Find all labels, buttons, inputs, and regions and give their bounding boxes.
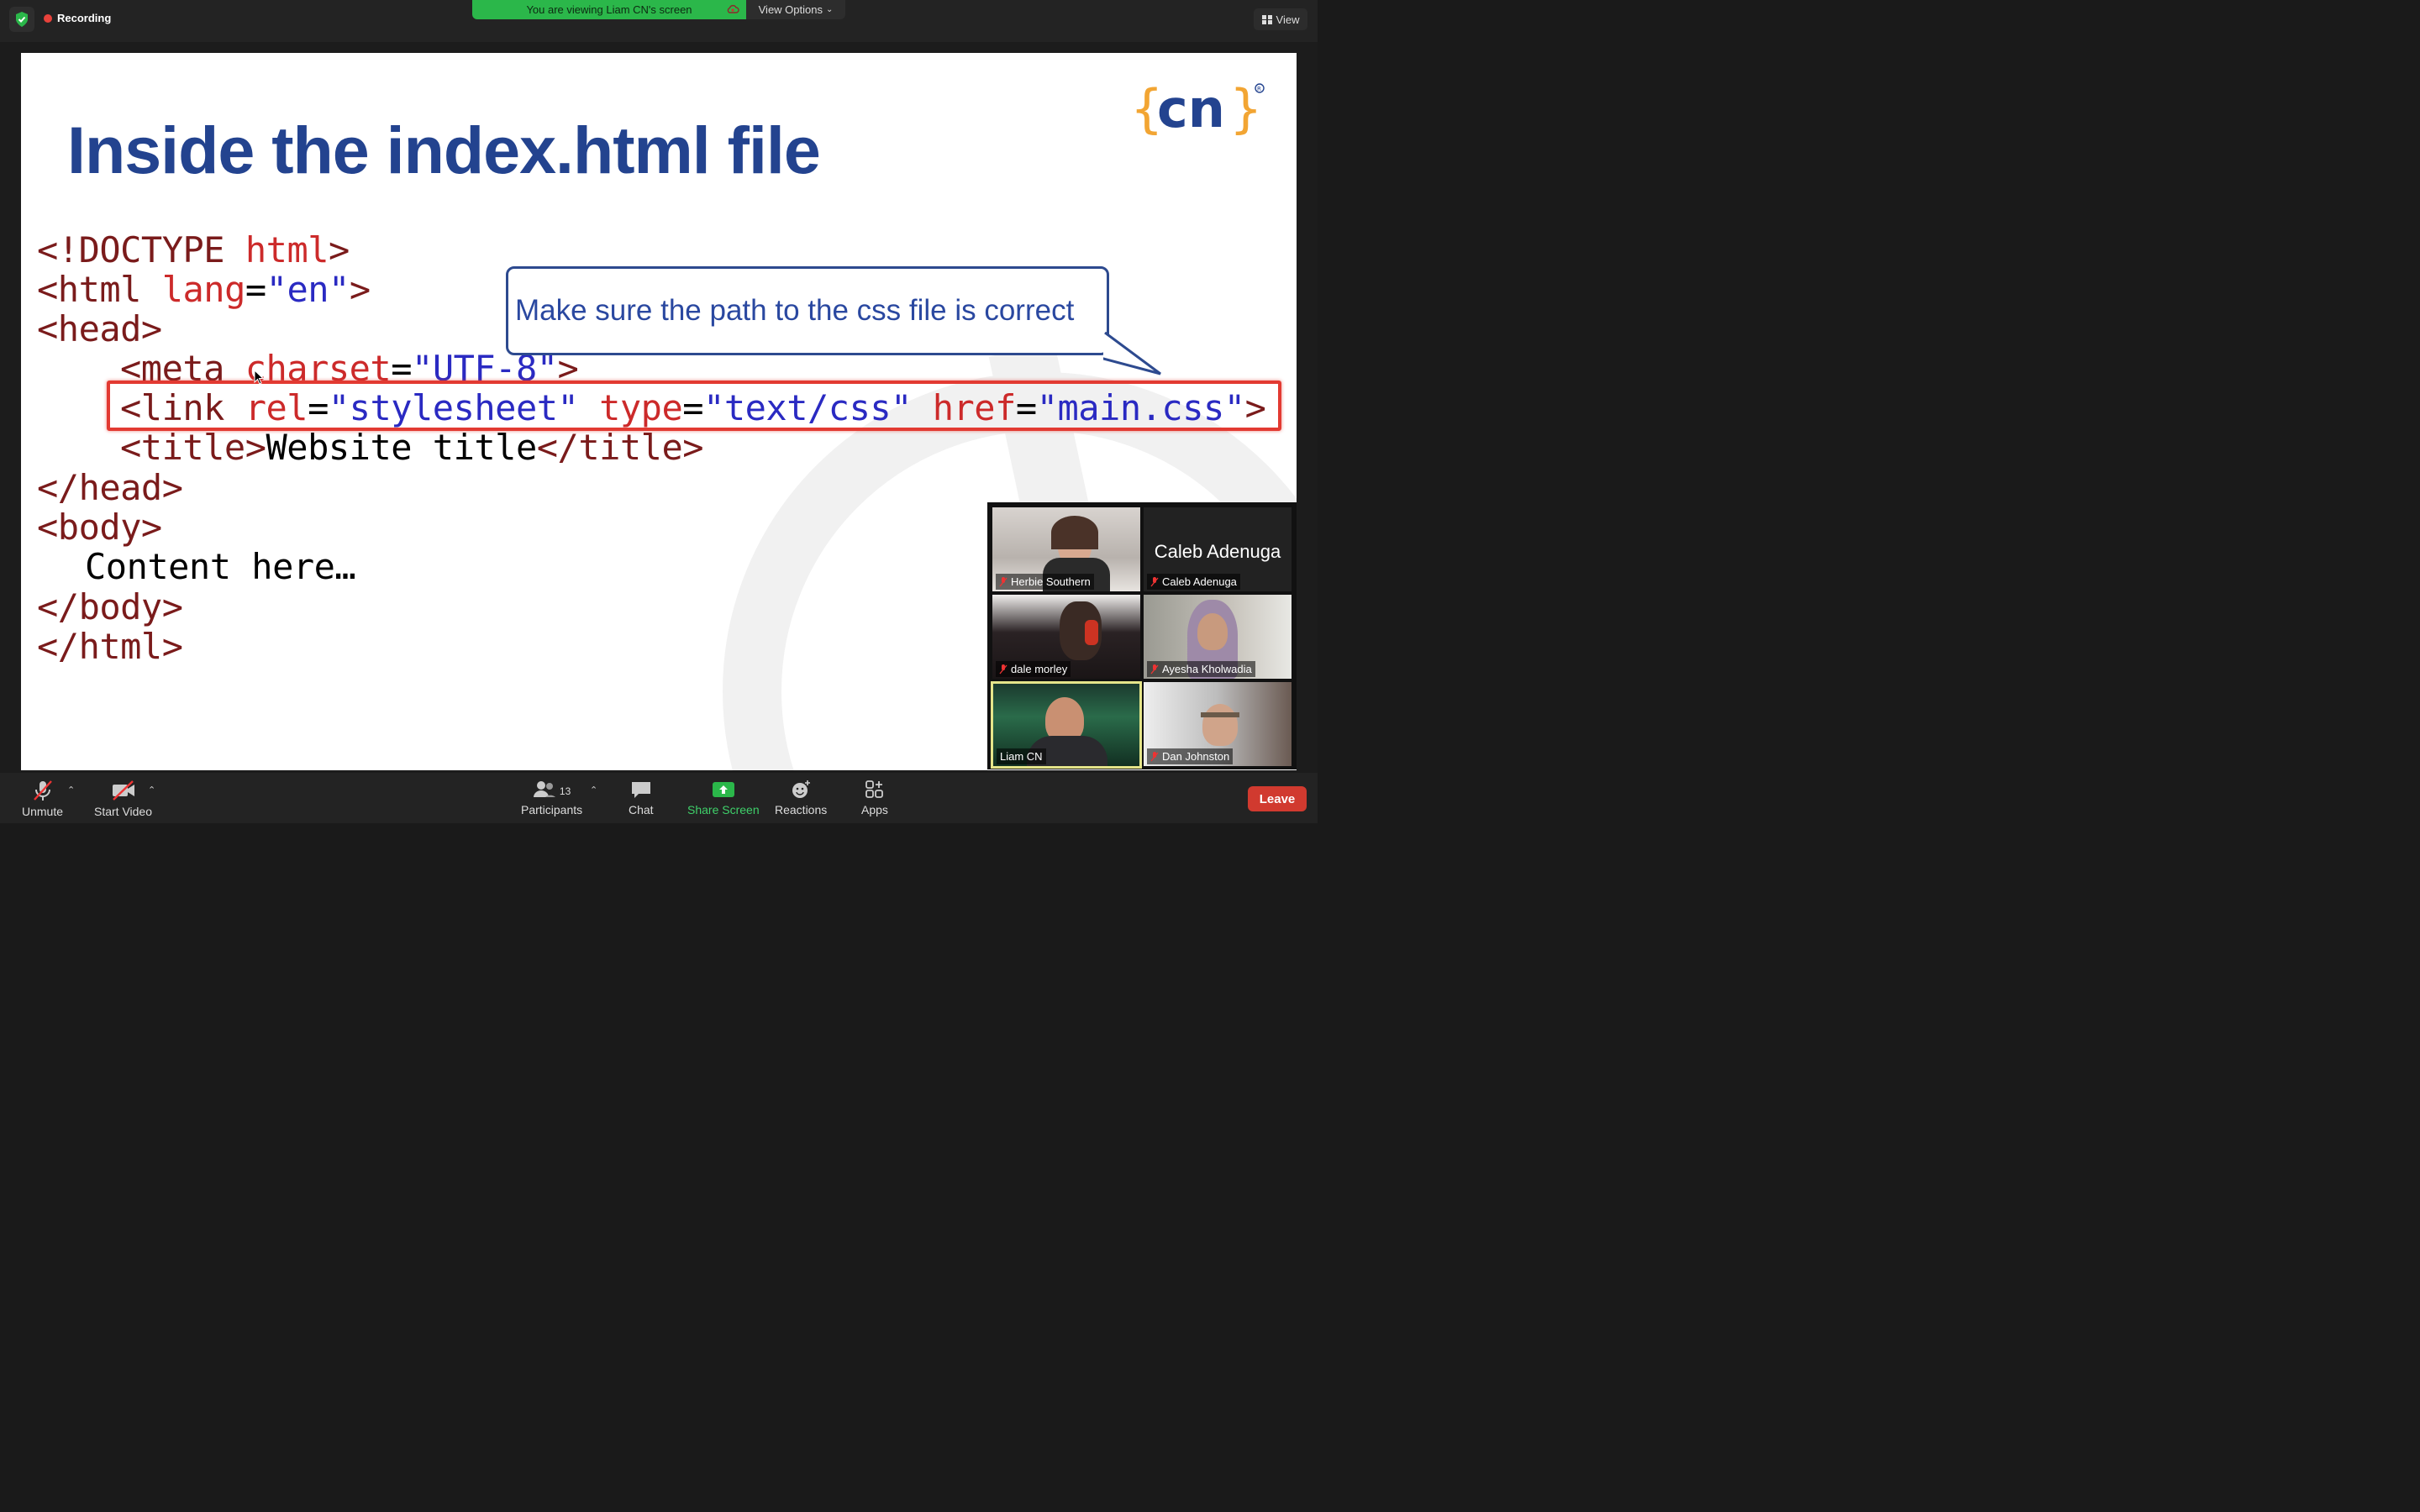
share-screen-icon	[712, 782, 734, 797]
video-camera-off-icon	[112, 780, 134, 801]
video-tile-dale[interactable]: dale morley	[992, 595, 1140, 679]
leave-button[interactable]: Leave	[1248, 786, 1307, 811]
participant-big-name: Caleb Adenuga	[1154, 541, 1281, 562]
video-tile-herbie[interactable]: Herbie Southern	[992, 507, 1140, 591]
view-label: View	[1276, 13, 1300, 26]
mic-muted-icon	[999, 576, 1007, 586]
reactions-button[interactable]: Reactions	[775, 780, 827, 816]
video-tile-caleb[interactable]: Caleb Adenuga Caleb Adenuga	[1144, 507, 1292, 591]
leave-label: Leave	[1259, 791, 1296, 806]
mic-muted-icon	[999, 664, 1007, 674]
participant-name-tag: Herbie Southern	[996, 574, 1094, 590]
participant-video	[1202, 704, 1238, 746]
recording-label: Recording	[57, 12, 112, 24]
svg-text:cn: cn	[1157, 78, 1225, 137]
zoom-window: Recording You are viewing Liam CN's scre…	[0, 0, 1318, 823]
view-options-label: View Options	[758, 3, 823, 16]
participant-name-tag: Ayesha Kholwadia	[1147, 661, 1255, 677]
video-options-caret-icon[interactable]: ⌃	[148, 785, 155, 795]
microphone-muted-icon	[33, 780, 52, 801]
code-line-head-close: </head>	[37, 467, 183, 508]
reactions-label: Reactions	[775, 803, 828, 816]
chat-bubble-icon	[631, 782, 650, 798]
security-shield-icon[interactable]	[9, 7, 34, 32]
share-screen-button[interactable]: Share Screen	[687, 780, 760, 816]
code-line-body-close: </body>	[37, 586, 183, 627]
participants-options-caret-icon[interactable]: ⌃	[590, 785, 597, 795]
participants-count: 13	[559, 785, 571, 797]
video-tile-liam[interactable]: Liam CN	[991, 681, 1142, 769]
participants-label: Participants	[521, 803, 583, 816]
top-bar: Recording You are viewing Liam CN's scre…	[0, 0, 1318, 42]
cloud-recording-icon	[727, 4, 739, 13]
participant-video	[1197, 613, 1228, 650]
unmute-button[interactable]: Unmute	[22, 780, 63, 818]
mic-muted-icon	[1150, 751, 1159, 761]
mouse-cursor-icon	[254, 370, 264, 385]
slide-title: Inside the index.html file	[67, 113, 821, 187]
participant-name-tag: dale morley	[996, 661, 1071, 677]
start-video-button[interactable]: Start Video	[94, 780, 152, 818]
unmute-label: Unmute	[22, 805, 64, 818]
cn-logo: { cn } R	[1130, 78, 1265, 137]
video-tile-ayesha[interactable]: Ayesha Kholwadia	[1144, 595, 1292, 679]
viewing-banner-text: You are viewing Liam CN's screen	[526, 3, 692, 16]
code-line-content: Content here…	[85, 546, 356, 587]
participant-name-tag: Liam CN	[997, 748, 1046, 764]
viewing-banner: You are viewing Liam CN's screen	[472, 0, 746, 19]
reactions-smiley-icon	[792, 780, 811, 798]
participant-name-tag: Dan Johnston	[1147, 748, 1234, 764]
participant-name-tag: Caleb Adenuga	[1147, 574, 1240, 590]
start-video-label: Start Video	[94, 805, 153, 818]
code-line-head-open: <head>	[37, 308, 162, 349]
apps-icon	[865, 780, 883, 798]
chevron-down-icon: ⌄	[825, 5, 834, 14]
share-screen-label: Share Screen	[687, 803, 760, 816]
grid-view-icon	[1261, 14, 1272, 24]
participants-icon	[533, 781, 555, 797]
code-line-title: <title>Website title</title>	[120, 427, 704, 468]
recording-dot-icon	[44, 13, 52, 23]
chat-label: Chat	[629, 803, 654, 816]
chat-button[interactable]: Chat	[629, 780, 654, 816]
view-options-button[interactable]: View Options ⌄	[746, 0, 845, 19]
code-line-body-open: <body>	[37, 507, 162, 548]
code-line-html-close: </html>	[37, 626, 183, 667]
audio-options-caret-icon[interactable]: ⌃	[67, 785, 75, 795]
apps-button[interactable]: Apps	[861, 780, 888, 816]
view-button[interactable]: View	[1254, 8, 1307, 30]
code-line-doctype: <!DOCTYPE html>	[37, 229, 350, 270]
code-line-html-open: <html lang="en">	[37, 269, 371, 310]
link-highlight-box	[107, 381, 1281, 431]
meeting-toolbar: Unmute ⌃ Start Video ⌃ 13 Participants ⌃…	[0, 773, 1318, 823]
callout-box: Make sure the path to the css file is co…	[506, 266, 1109, 355]
mic-muted-icon	[1150, 664, 1159, 674]
participant-gallery: Herbie Southern Caleb Adenuga Caleb Aden…	[987, 502, 1297, 769]
callout-tail	[1103, 331, 1161, 375]
apps-label: Apps	[861, 803, 888, 816]
video-tile-dan[interactable]: Dan Johnston	[1144, 682, 1292, 766]
recording-indicator[interactable]: Recording	[44, 12, 111, 24]
svg-text:R: R	[1257, 86, 1261, 92]
participants-button[interactable]: 13 Participants	[521, 780, 582, 816]
mic-muted-icon	[1150, 576, 1159, 586]
callout-text: Make sure the path to the css file is co…	[515, 294, 1075, 327]
